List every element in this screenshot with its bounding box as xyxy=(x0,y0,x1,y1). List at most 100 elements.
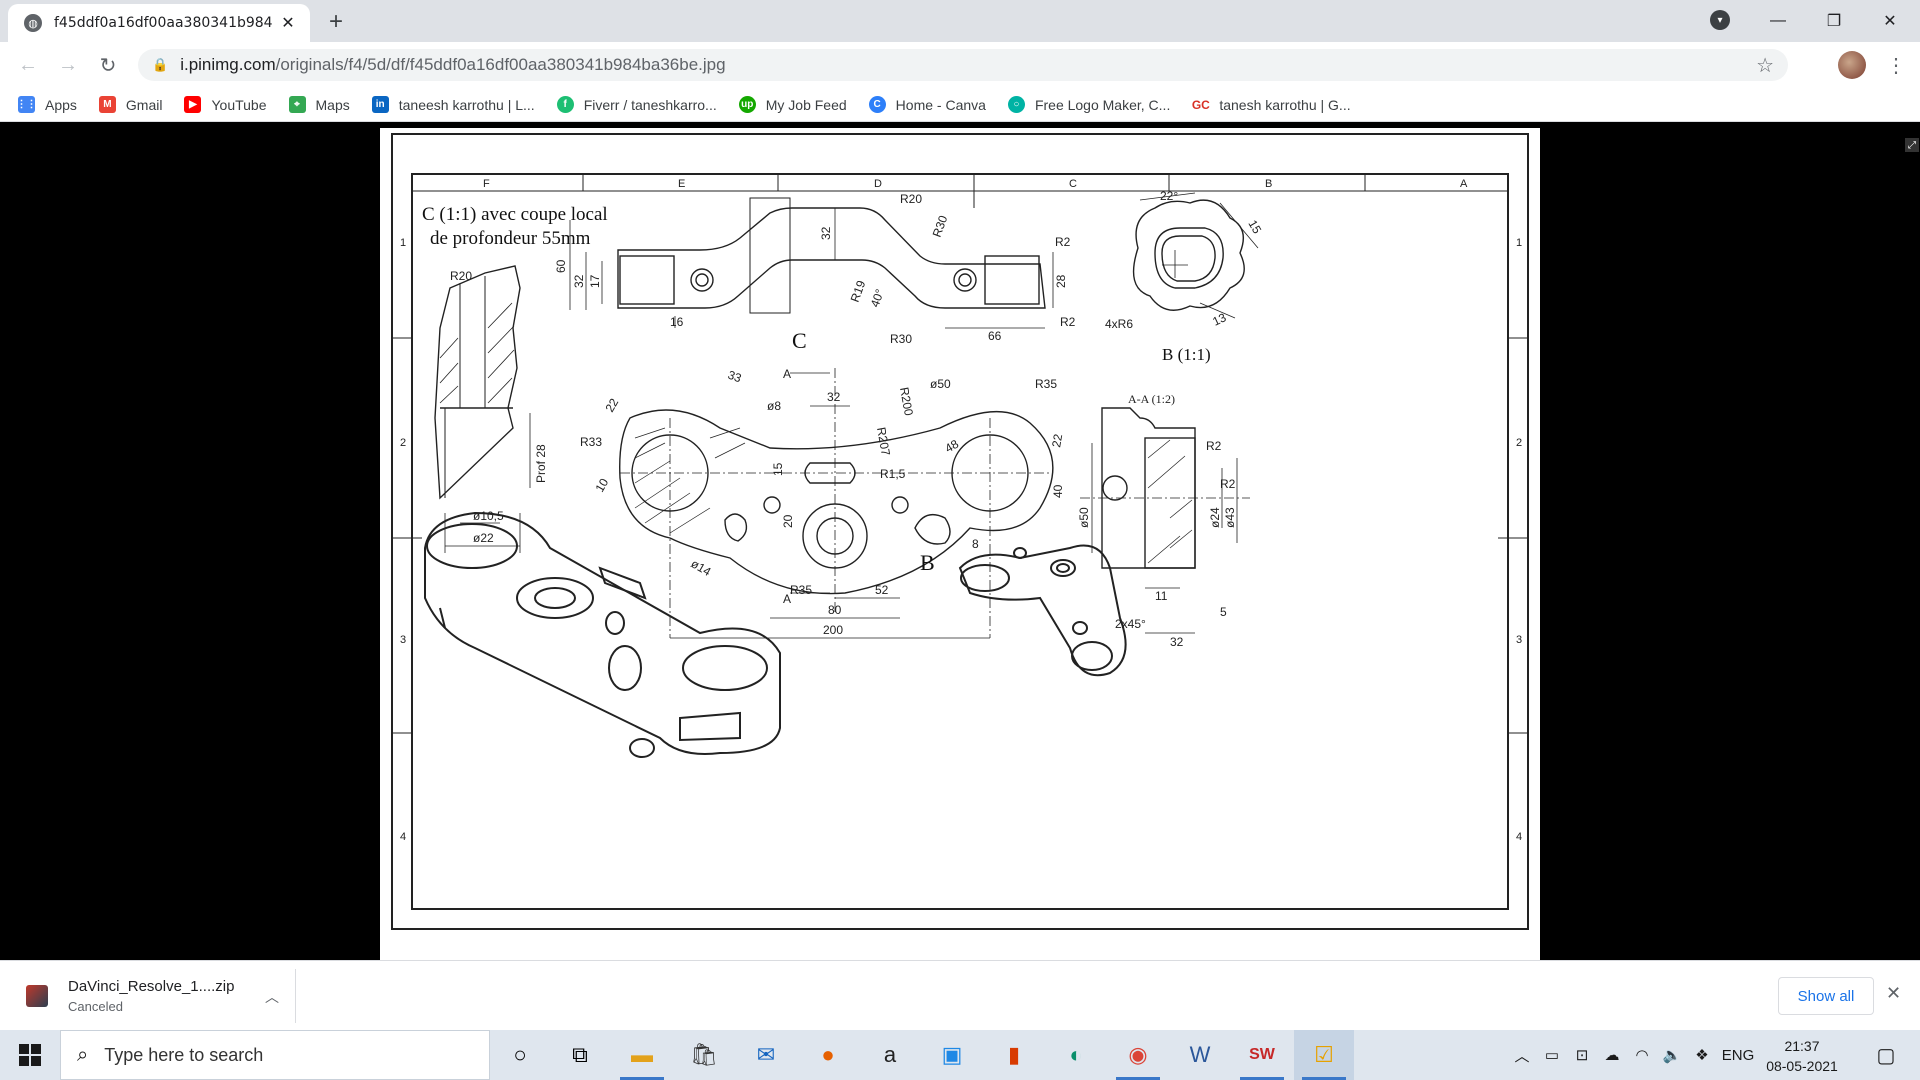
url-path: /originals/f4/5d/df/f45ddf0a16df00aa3803… xyxy=(275,55,726,74)
close-shelf-icon[interactable]: ✕ xyxy=(1886,983,1901,1004)
view-label-c: C xyxy=(792,328,807,353)
browser-menu-icon[interactable]: ⋮ xyxy=(1882,51,1910,79)
technical-drawing-image[interactable]: F E D C B A 1 2 3 4 1 2 3 4 C (1:1) avec… xyxy=(380,128,1919,960)
device-icon[interactable]: ⊡ xyxy=(1568,1030,1596,1080)
bookmark-gc[interactable]: GC tanesh karrothu | G... xyxy=(1191,96,1351,113)
dim-r35-bottom: R35 xyxy=(790,583,812,597)
taskbar-search[interactable]: ⌕ Type here to search xyxy=(60,1030,490,1080)
drawing-svg: F E D C B A 1 2 3 4 1 2 3 4 C (1:1) avec… xyxy=(391,133,1529,930)
dim-16: 16 xyxy=(670,315,684,329)
address-bar[interactable]: 🔒 i.pinimg.com/originals/f4/5d/df/f45ddf… xyxy=(138,49,1788,81)
solidworks-icon[interactable]: SW xyxy=(1232,1030,1292,1080)
dropbox-icon[interactable]: ❖ xyxy=(1688,1030,1716,1080)
row-label-3-right: 3 xyxy=(1516,634,1522,646)
dim-28: 28 xyxy=(1054,274,1068,288)
dim-32-left: 32 xyxy=(572,274,586,288)
tab-close-icon[interactable]: ✕ xyxy=(278,13,298,33)
row-label-1-right: 1 xyxy=(1516,237,1522,249)
bookmark-logo-maker[interactable]: ○ Free Logo Maker, C... xyxy=(1007,96,1170,113)
notifications-icon[interactable]: ▢ xyxy=(1866,1030,1906,1080)
bookmark-gmail[interactable]: M Gmail xyxy=(98,96,163,113)
bookmark-star-icon[interactable]: ☆ xyxy=(1756,53,1774,78)
minimize-button[interactable]: ― xyxy=(1750,0,1806,42)
lock-icon[interactable]: 🔒 xyxy=(152,57,168,73)
bookmark-label: taneesh karrothu | L... xyxy=(398,96,535,113)
maps-icon: ⌖ xyxy=(288,96,306,113)
drawing-title-line1: C (1:1) avec coupe local xyxy=(422,204,608,225)
tab-active[interactable]: ◍ f45ddf0a16df00aa380341b984ba ✕ xyxy=(8,4,310,42)
firefox-icon[interactable]: ● xyxy=(798,1030,858,1080)
dim-40: 40 xyxy=(1051,484,1065,498)
bookmark-maps[interactable]: ⌖ Maps xyxy=(288,96,350,113)
image-viewer: F E D C B A 1 2 3 4 1 2 3 4 C (1:1) avec… xyxy=(0,122,1920,960)
task-view-icon[interactable]: ⧉ xyxy=(550,1030,610,1080)
reload-button[interactable]: ↻ xyxy=(92,49,124,81)
dim-r20-section: R20 xyxy=(450,269,472,283)
bookmark-label: Gmail xyxy=(125,96,163,113)
browser-toolbar: ← → ↻ 🔒 i.pinimg.com/originals/f4/5d/df/… xyxy=(0,42,1920,88)
tasks-icon[interactable]: ☑ xyxy=(1294,1030,1354,1080)
column-dividers xyxy=(392,174,1528,734)
start-button[interactable] xyxy=(0,1030,60,1080)
office-icon[interactable]: ▮ xyxy=(984,1030,1044,1080)
chrome-icon[interactable]: ◉ xyxy=(1108,1030,1168,1080)
tab-title: f45ddf0a16df00aa380341b984ba xyxy=(54,15,272,31)
dim-32-center: 32 xyxy=(827,390,841,404)
chevron-up-icon[interactable]: ︿ xyxy=(265,987,279,1007)
profile-avatar[interactable] xyxy=(1838,51,1866,79)
dim-r200: R200 xyxy=(897,386,916,417)
dim-8: 8 xyxy=(972,537,979,551)
battery-icon[interactable]: ▭ xyxy=(1538,1030,1566,1080)
dim-r2-bottom: R2 xyxy=(1060,315,1076,329)
store-icon[interactable]: 🛍 xyxy=(674,1030,734,1080)
dim-r33: R33 xyxy=(580,435,602,449)
dim-66: 66 xyxy=(988,329,1002,343)
edge-icon[interactable]: ◐ xyxy=(1046,1030,1106,1080)
clock-date: 08-05-2021 xyxy=(1766,1058,1838,1074)
show-all-button[interactable]: Show all xyxy=(1778,977,1874,1015)
download-filename: DaVinci_Resolve_1....zip xyxy=(68,978,235,995)
dim-15: 15 xyxy=(1245,218,1264,237)
bookmark-youtube[interactable]: ▶ YouTube xyxy=(184,96,267,113)
clock-time: 21:37 xyxy=(1784,1038,1820,1054)
show-hidden-icons[interactable]: ︿ xyxy=(1508,1030,1536,1080)
window-close-button[interactable]: ✕ xyxy=(1862,0,1918,42)
mail-icon[interactable]: ✉ xyxy=(736,1030,796,1080)
onedrive-icon[interactable]: ☁ xyxy=(1598,1030,1626,1080)
image-expand-icon[interactable]: ⤢ xyxy=(1905,138,1919,152)
bookmark-linkedin[interactable]: in taneesh karrothu | L... xyxy=(371,96,535,113)
back-button[interactable]: ← xyxy=(12,49,44,81)
youtube-icon: ▶ xyxy=(184,96,202,113)
dim-22-left: 22 xyxy=(602,396,621,415)
row-label-2: 2 xyxy=(400,437,406,449)
gc-icon: GC xyxy=(1191,96,1210,113)
wifi-icon[interactable]: ◠ xyxy=(1628,1030,1656,1080)
bookmark-label: tanesh karrothu | G... xyxy=(1219,96,1351,113)
cortana-icon[interactable]: ○ xyxy=(490,1030,550,1080)
download-item[interactable]: DaVinci_Resolve_1....zip Canceled ︿ xyxy=(14,969,296,1023)
amazon-icon[interactable]: a xyxy=(860,1030,920,1080)
file-explorer-icon[interactable]: ▬ xyxy=(612,1030,672,1080)
system-clock[interactable]: 21:37 08-05-2021 xyxy=(1760,1036,1844,1076)
tab-search-icon[interactable]: ▾ xyxy=(1710,10,1730,30)
volume-icon[interactable]: 🔈 xyxy=(1658,1030,1686,1080)
isometric-view-small xyxy=(958,544,1127,677)
remote-desktop-icon[interactable]: ▣ xyxy=(922,1030,982,1080)
bookmark-job-feed[interactable]: up My Job Feed xyxy=(738,96,847,113)
column-label-a: A xyxy=(1460,178,1468,190)
bookmark-fiverr[interactable]: f Fiverr / taneshkarro... xyxy=(556,96,717,113)
dim-15-slot: 15 xyxy=(771,462,785,476)
forward-button[interactable]: → xyxy=(52,49,84,81)
dim-r2-aa-mid: R2 xyxy=(1220,477,1236,491)
new-tab-button[interactable]: + xyxy=(322,8,350,36)
bookmark-canva[interactable]: C Home - Canva xyxy=(868,96,986,113)
language-indicator[interactable]: ENG xyxy=(1718,1030,1758,1080)
restore-button[interactable]: ❐ xyxy=(1806,0,1862,42)
word-icon[interactable]: W xyxy=(1170,1030,1230,1080)
bookmark-apps[interactable]: ⋮⋮ Apps xyxy=(17,96,77,113)
dim-r19: R19 xyxy=(848,278,869,304)
dim-32-aa: 32 xyxy=(1170,635,1184,649)
bookmarks-bar: ⋮⋮ Apps M Gmail ▶ YouTube ⌖ Maps in taneesh k… xyxy=(0,88,1920,122)
section-label-a-top: A xyxy=(783,367,791,381)
dim-r1-5: R1,5 xyxy=(880,467,906,481)
